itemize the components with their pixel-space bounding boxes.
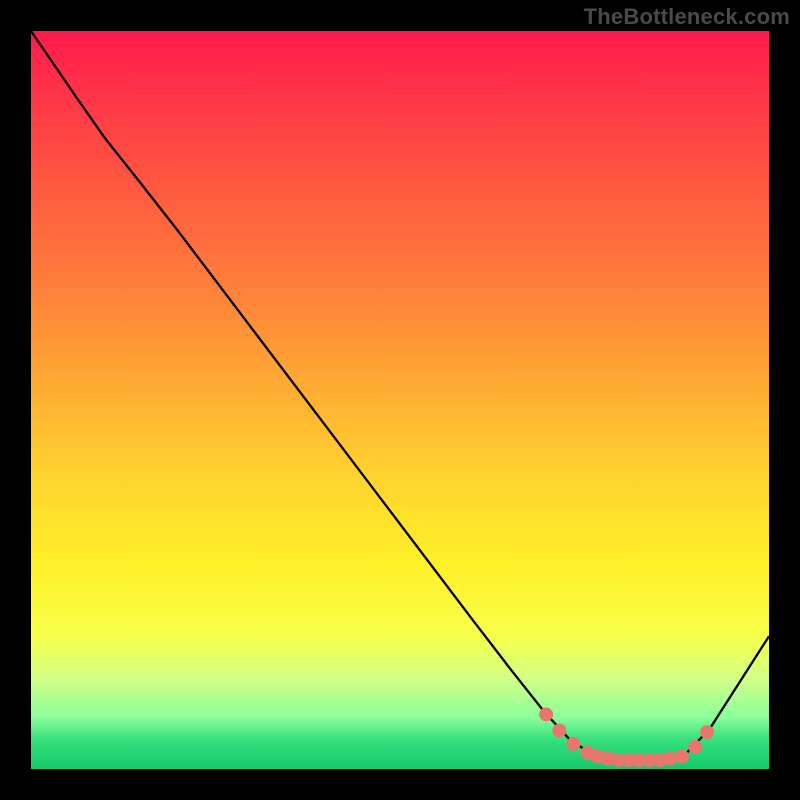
- highlight-dot: [539, 707, 553, 721]
- highlight-dot: [700, 725, 714, 739]
- curve-layer: [31, 31, 769, 769]
- highlight-dot: [552, 724, 566, 738]
- plot-area: [31, 31, 769, 769]
- chart-frame: TheBottleneck.com: [0, 0, 800, 800]
- bottleneck-curve: [31, 31, 769, 760]
- highlight-dot: [688, 740, 702, 754]
- watermark-text: TheBottleneck.com: [584, 4, 790, 30]
- highlight-dots: [539, 707, 714, 767]
- highlight-dot: [663, 752, 677, 766]
- highlight-dot: [675, 750, 689, 764]
- highlight-dot: [566, 737, 580, 751]
